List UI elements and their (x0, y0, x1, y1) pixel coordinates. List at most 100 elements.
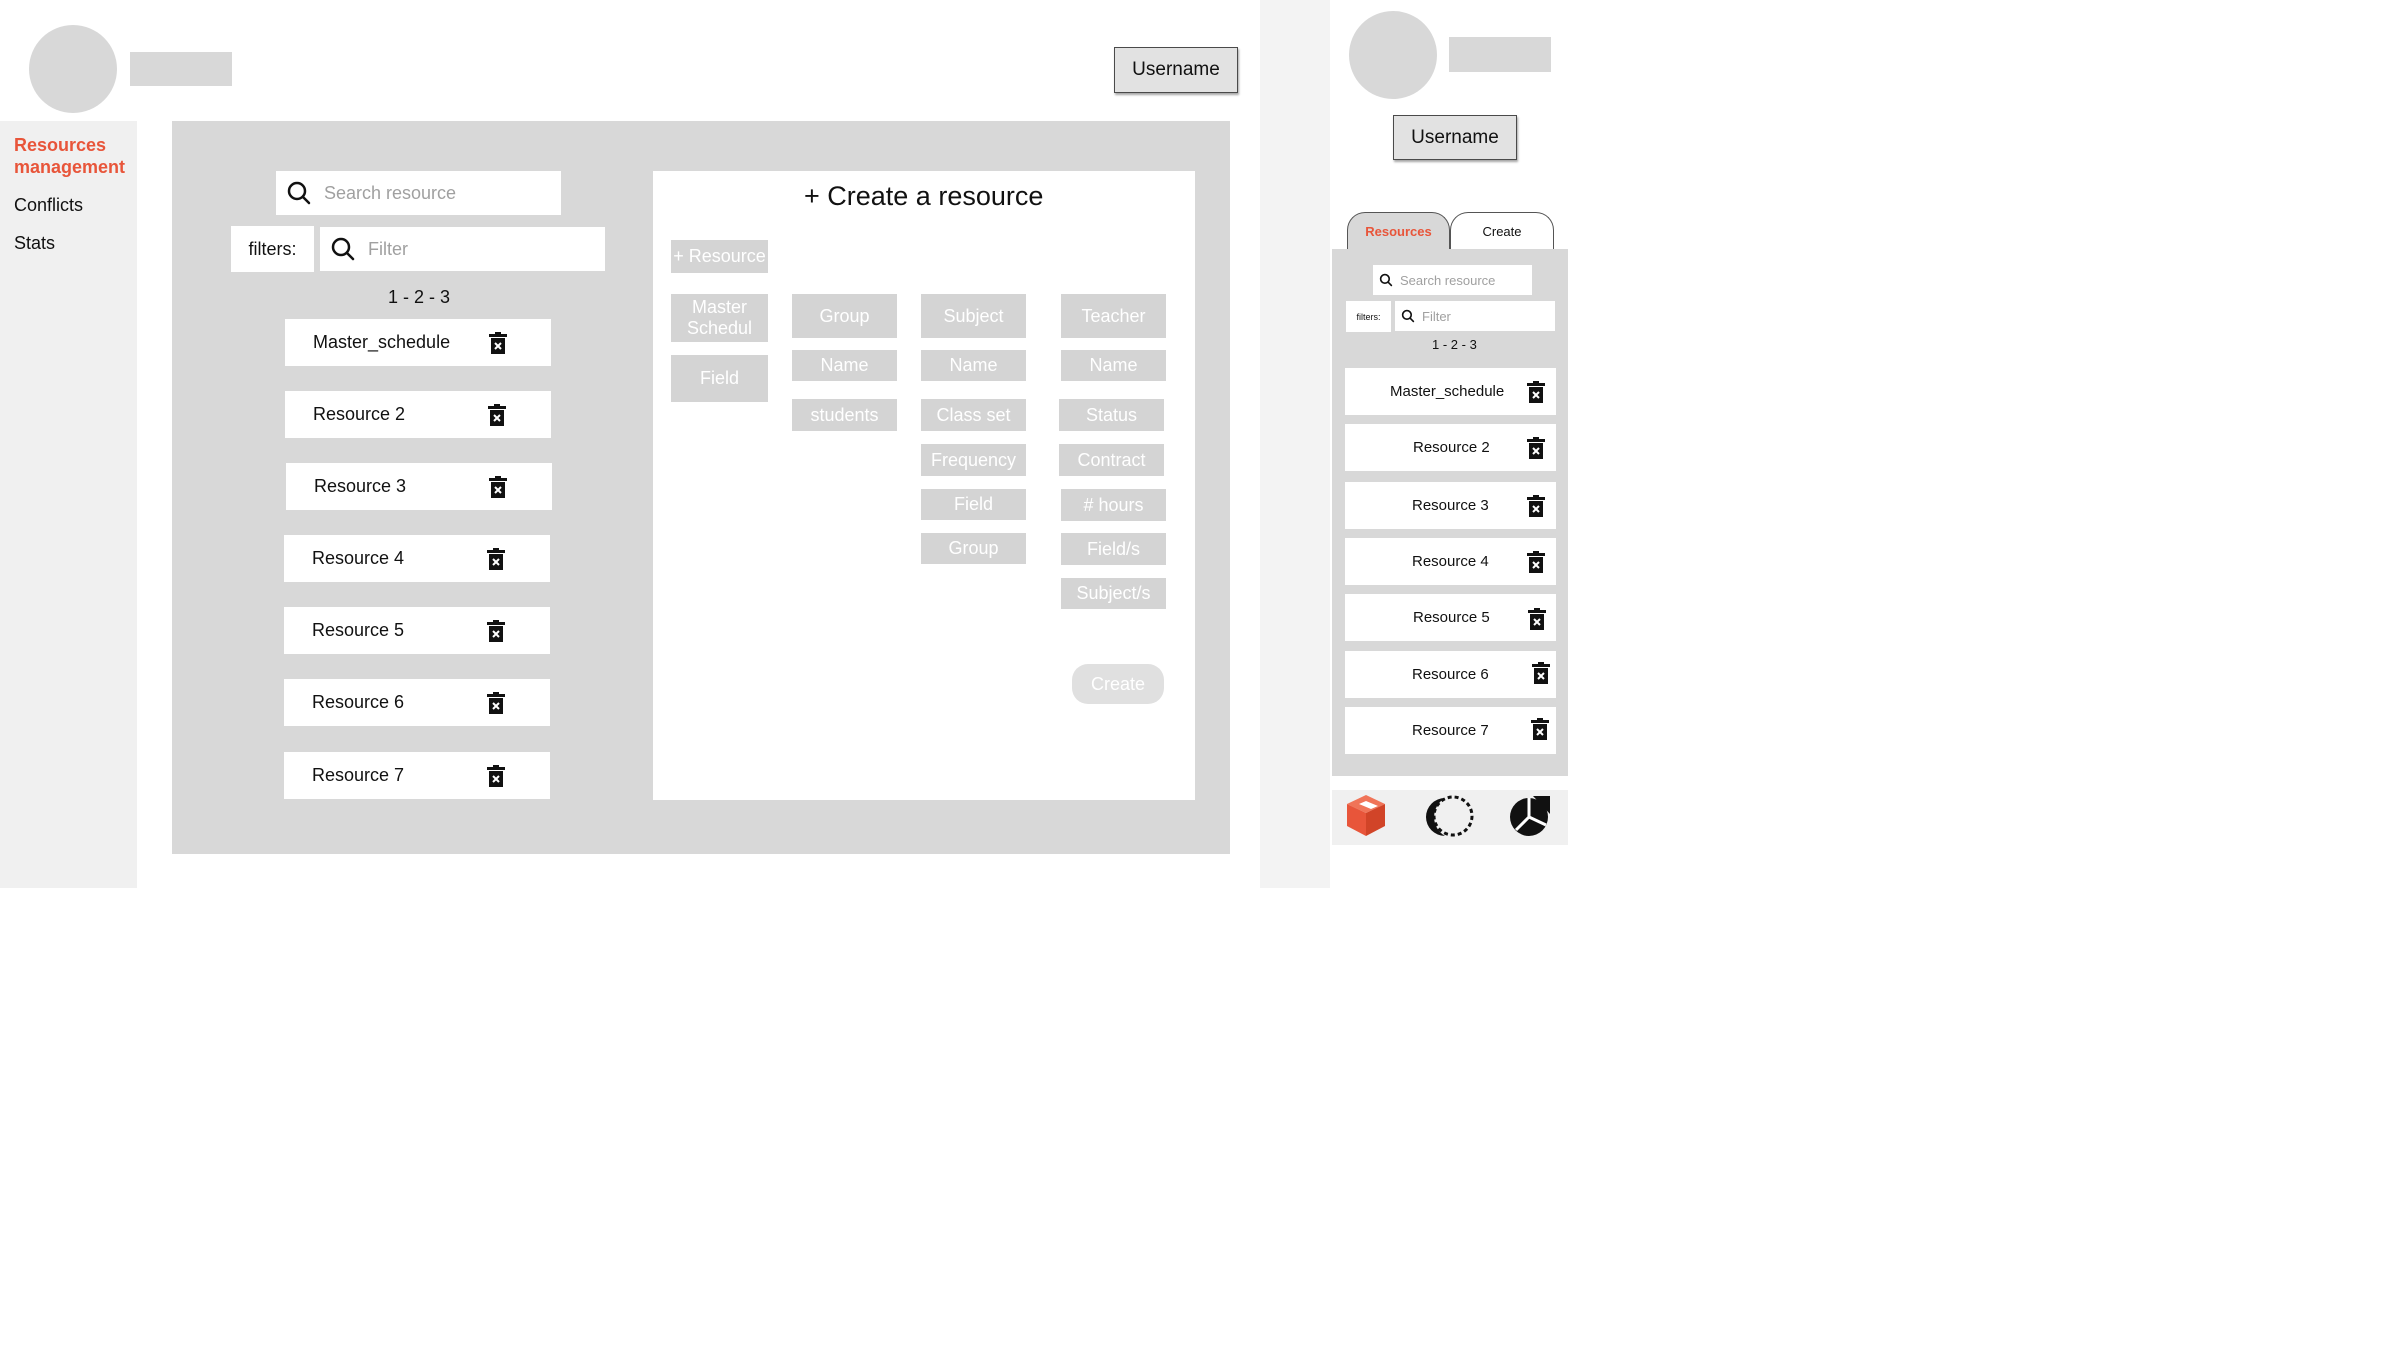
search-placeholder: Search resource (324, 182, 457, 203)
pie-chart-icon[interactable] (1508, 794, 1552, 838)
teacher-field-name[interactable]: Name (1061, 350, 1166, 381)
list-item[interactable]: Resource 5 (284, 607, 550, 654)
divider-strip (1260, 0, 1330, 888)
list-item-label: Resource 3 (1412, 497, 1489, 514)
trash-icon[interactable] (486, 765, 506, 787)
teacher-field-subjects[interactable]: Subject/s (1061, 578, 1166, 609)
list-item-label: Resource 4 (312, 548, 405, 568)
list-item[interactable]: Resource 6 (284, 679, 550, 726)
trash-icon[interactable] (1531, 662, 1551, 684)
teacher-field-contract[interactable]: Contract (1059, 444, 1164, 476)
subject-field-name[interactable]: Name (921, 350, 1026, 381)
subject-field-class-set[interactable]: Class set (921, 399, 1026, 431)
group-field-students[interactable]: students (792, 399, 897, 431)
trash-icon[interactable] (1527, 608, 1547, 630)
subject-field-group[interactable]: Group (921, 533, 1026, 564)
type-master-schedule[interactable]: Master Schedul (671, 294, 768, 342)
list-item[interactable]: Resource 7 (284, 752, 550, 799)
filter-input[interactable]: Filter (320, 227, 605, 271)
app-title-placeholder (130, 52, 232, 86)
teacher-header[interactable]: Teacher (1061, 294, 1166, 338)
trash-icon[interactable] (487, 404, 507, 426)
trash-icon[interactable] (1526, 495, 1546, 517)
filter-placeholder: Filter (368, 238, 408, 259)
tab-create[interactable]: Create (1450, 212, 1554, 249)
mobile-username-button[interactable]: Username (1393, 115, 1517, 160)
list-item[interactable]: Master_schedule (285, 319, 551, 366)
trash-icon[interactable] (1526, 551, 1546, 573)
sidebar-item-resources-management[interactable]: Resources management (14, 134, 125, 178)
subject-field-field[interactable]: Field (921, 489, 1026, 520)
search-icon (1401, 309, 1415, 323)
list-item-label: Resource 4 (1412, 553, 1489, 570)
list-item-label: Resource 2 (313, 404, 406, 424)
type-field[interactable]: Field (671, 355, 768, 402)
moon-icon[interactable] (1421, 794, 1477, 840)
sidebar-item-stats[interactable]: Stats (14, 233, 55, 254)
type-label: Master (691, 297, 747, 317)
subject-field-frequency[interactable]: Frequency (921, 444, 1026, 476)
tab-label: Resources (1365, 223, 1432, 239)
list-item[interactable]: Resource 7 (1345, 707, 1556, 754)
search-icon (1379, 273, 1393, 287)
trash-icon[interactable] (486, 548, 506, 570)
trash-icon[interactable] (1530, 718, 1550, 740)
list-item[interactable]: Master_schedule (1345, 368, 1556, 415)
list-item[interactable]: Resource 4 (1345, 538, 1556, 585)
subject-header[interactable]: Subject (921, 294, 1026, 338)
sidebar-item-label: management (14, 157, 126, 177)
list-item[interactable]: Resource 3 (286, 463, 552, 510)
trash-icon[interactable] (1526, 381, 1546, 403)
filters-label-text: filters: (248, 238, 297, 259)
filters-label: filters: (231, 226, 314, 272)
cube-icon[interactable] (1345, 793, 1387, 837)
trash-icon[interactable] (488, 332, 508, 354)
add-resource-button[interactable]: + Resource (671, 240, 768, 273)
list-item-label: Resource 6 (1412, 666, 1489, 683)
list-item[interactable]: Resource 2 (1345, 424, 1556, 471)
mobile-search-input[interactable]: Search resource (1373, 265, 1532, 295)
trash-icon[interactable] (486, 620, 506, 642)
teacher-field-status[interactable]: Status (1059, 399, 1164, 431)
list-item[interactable]: Resource 5 (1345, 594, 1556, 641)
search-placeholder: Search resource (1400, 272, 1496, 288)
create-button[interactable]: Create (1072, 664, 1164, 704)
list-item-label: Master_schedule (1390, 383, 1505, 400)
pagination[interactable]: 1 - 2 - 3 (388, 287, 450, 308)
list-item-label: Master_schedule (313, 332, 451, 352)
list-item[interactable]: Resource 3 (1345, 482, 1556, 529)
group-field-name[interactable]: Name (792, 350, 897, 381)
list-item-label: Resource 7 (312, 765, 405, 785)
mobile-logo-avatar (1349, 11, 1437, 99)
search-icon (331, 237, 355, 261)
mobile-title-placeholder (1449, 37, 1551, 72)
mobile-filter-input[interactable]: Filter (1395, 301, 1555, 331)
filter-placeholder: Filter (1422, 308, 1451, 324)
sidebar-item-label: Resources (14, 135, 107, 155)
trash-icon[interactable] (488, 476, 508, 498)
type-label: Schedul (686, 318, 753, 338)
list-item[interactable]: Resource 2 (285, 391, 551, 438)
filters-label-text: filters: (1356, 311, 1381, 322)
teacher-field-fields[interactable]: Field/s (1061, 533, 1166, 565)
list-item-label: Resource 2 (1413, 439, 1490, 456)
tab-resources[interactable]: Resources (1347, 212, 1450, 249)
list-item[interactable]: Resource 4 (284, 535, 550, 582)
list-item[interactable]: Resource 6 (1345, 651, 1556, 698)
group-header[interactable]: Group (792, 294, 897, 338)
list-item-label: Resource 3 (314, 476, 407, 496)
list-item-label: Resource 5 (312, 620, 405, 640)
mobile-filters-label: filters: (1346, 301, 1391, 332)
trash-icon[interactable] (1526, 437, 1546, 459)
list-item-label: Resource 6 (312, 692, 405, 712)
logo-avatar (29, 25, 117, 113)
mobile-pagination[interactable]: 1 - 2 - 3 (1432, 337, 1477, 352)
list-item-label: Resource 7 (1412, 722, 1489, 739)
sidebar-item-conflicts[interactable]: Conflicts (14, 195, 83, 216)
create-resource-title: + Create a resource (804, 181, 1044, 211)
list-item-label: Resource 5 (1413, 609, 1490, 626)
trash-icon[interactable] (486, 692, 506, 714)
search-resource-input[interactable]: Search resource (276, 171, 561, 215)
username-button[interactable]: Username (1114, 47, 1238, 93)
teacher-field-hours[interactable]: # hours (1061, 489, 1166, 521)
